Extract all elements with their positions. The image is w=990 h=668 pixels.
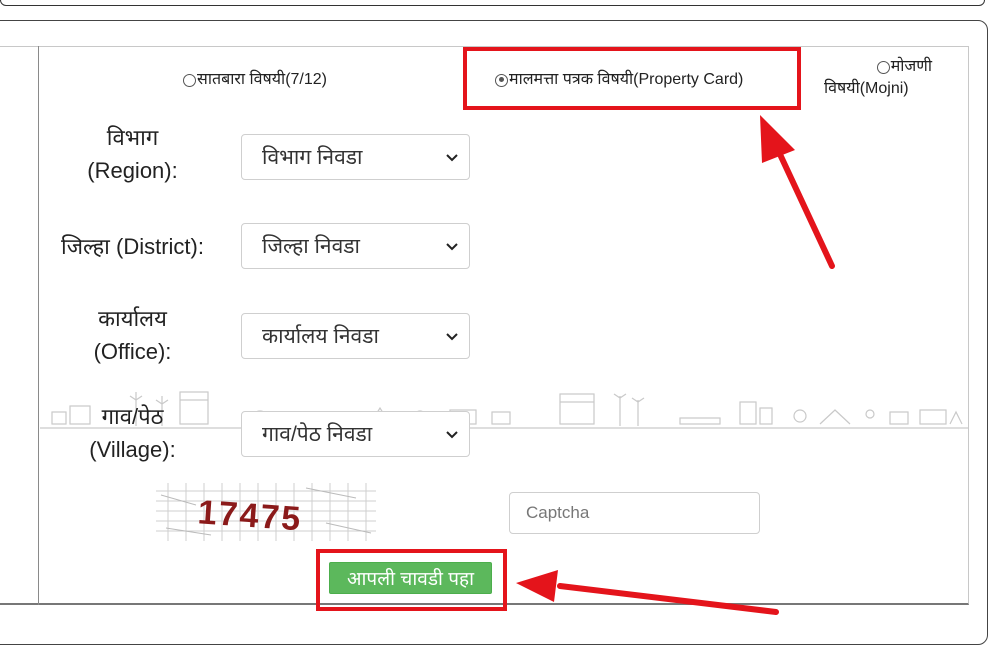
- region-select-value: विभाग निवडा: [262, 146, 363, 169]
- chevron-down-icon: [446, 333, 458, 341]
- captcha-input[interactable]: [509, 492, 760, 534]
- village-label: गाव/पेठ (Village):: [60, 400, 205, 466]
- view-chavadi-button[interactable]: आपली चावडी पहा: [329, 562, 492, 594]
- district-label-text: जिल्हा (District):: [61, 234, 204, 259]
- radio-property-card[interactable]: मालमत्ता पत्रक विषयी(Property Card): [495, 70, 743, 90]
- region-label-line2: (Region):: [87, 158, 178, 183]
- office-label-line1: कार्यालय: [98, 306, 167, 331]
- radio-satbara-label: सातबारा विषयी(7/12): [197, 71, 328, 88]
- radio-mojni[interactable]: मोजणी विषयी(Mojni): [824, 56, 934, 100]
- captcha-image: 17475: [156, 483, 376, 541]
- radio-property-card-label: मालमत्ता पत्रक विषयी(Property Card): [509, 71, 744, 88]
- district-select-value: जिल्हा निवडा: [262, 235, 360, 258]
- chevron-down-icon: [446, 154, 458, 162]
- radio-mojni-circle[interactable]: [876, 60, 890, 74]
- village-label-line2: (Village):: [89, 437, 176, 462]
- village-label-line1: गाव/पेठ: [101, 404, 164, 429]
- village-select[interactable]: गाव/पेठ निवडा: [241, 411, 470, 457]
- district-select[interactable]: जिल्हा निवडा: [241, 223, 470, 269]
- region-label: विभाग (Region):: [60, 121, 205, 187]
- chevron-down-icon: [446, 431, 458, 439]
- office-label-line2: (Office):: [93, 339, 172, 364]
- form-divider: [38, 46, 39, 605]
- village-select-value: गाव/पेठ निवडा: [262, 423, 373, 446]
- office-select-value: कार्यालय निवडा: [262, 325, 379, 348]
- radio-property-card-circle[interactable]: [495, 73, 508, 87]
- office-select[interactable]: कार्यालय निवडा: [241, 313, 470, 359]
- captcha-image-text: 17475: [197, 493, 304, 538]
- radio-mojni-label-line1: मोजणी: [890, 58, 932, 75]
- top-panel-edge: [0, 0, 985, 6]
- office-label: कार्यालय (Office):: [60, 302, 205, 368]
- region-select[interactable]: विभाग निवडा: [241, 134, 470, 180]
- region-label-line1: विभाग: [106, 125, 159, 150]
- chevron-down-icon: [446, 243, 458, 251]
- radio-satbara-circle[interactable]: [183, 73, 196, 87]
- radio-satbara[interactable]: सातबारा विषयी(7/12): [183, 70, 327, 90]
- radio-mojni-label-line2: विषयी(Mojni): [824, 80, 909, 97]
- district-label: जिल्हा (District):: [50, 230, 215, 263]
